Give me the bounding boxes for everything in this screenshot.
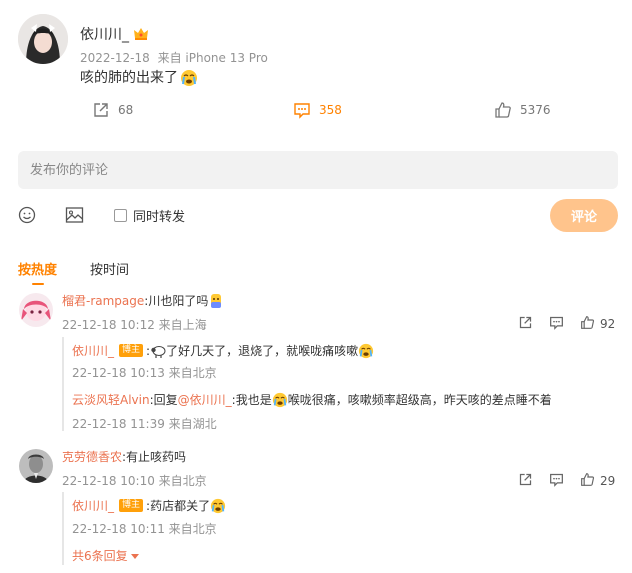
commenter-name[interactable]: 克劳德香农 [62,448,122,465]
thumbs-up-icon [580,315,595,333]
like-count: 5376 [520,103,551,117]
like-action[interactable]: 5376 [494,101,551,119]
sheep-emoji-icon [150,343,166,359]
commenter-avatar[interactable] [19,293,53,327]
reply-body: 依川川_ 博主 :药店都关了 [72,497,226,514]
repost-icon [92,101,110,119]
repost-toggle[interactable]: 同时转发 [114,206,185,225]
author-badge: 博主 [119,499,144,512]
comment-meta: 22-12-18 10:10 来自北京 [62,474,207,488]
author-avatar[interactable] [18,14,68,64]
more-replies-link[interactable]: 共6条回复 [72,547,139,564]
repost-action[interactable]: 68 [92,101,133,119]
commenter-avatar[interactable] [19,449,53,483]
emoji-picker-icon[interactable] [18,206,36,228]
comment-actions: 29 [518,472,615,490]
author-name[interactable]: 依川川_ [80,24,149,44]
comment-icon [293,101,311,119]
repost-checkbox[interactable] [114,209,127,222]
repost-toggle-label: 同时转发 [133,210,186,225]
comment-body: 克劳德香农 :有止咳药吗 [62,448,186,465]
reply-meta: 22-12-18 10:11 来自北京 [72,522,217,536]
repost-icon[interactable] [518,315,533,333]
post-meta: 2022-12-18 来自 iPhone 13 Pro [80,49,268,66]
reply-text: :药店都关了 [146,499,211,513]
tab-sort-time[interactable]: 按时间 [90,259,129,278]
comment-input[interactable] [18,151,618,189]
reply-author-name[interactable]: 云淡风轻Alvin [72,391,150,408]
comment-like-button[interactable]: 92 [580,315,615,333]
comment-like-button[interactable]: 29 [580,472,615,490]
author-badge: 博主 [119,344,144,357]
post-source: 来自 iPhone 13 Pro [157,51,268,65]
crying-emoji-icon [358,343,374,359]
reply-text: 了好几天了，退烧了，就喉咙痛咳嗽 [166,344,359,358]
comment-count: 358 [319,103,342,117]
reply-author-name[interactable]: 依川川_ [72,342,114,359]
comment-input-box[interactable] [18,151,618,189]
comment-icon[interactable] [549,472,564,490]
tab-sort-hot[interactable]: 按热度 [18,259,58,285]
image-upload-icon[interactable] [65,206,84,228]
mention-link[interactable]: @依川川_ [178,391,232,408]
author-name-text[interactable]: 依川川_ [80,24,129,44]
comment-body: 榴君-rampage :川也阳了吗 [62,292,224,309]
comment-like-count: 29 [600,474,616,488]
post-date[interactable]: 2022-12-18 [80,51,150,65]
reply-body: 依川川_ 博主 : 了好几天了，退烧了，就喉咙痛咳嗽 [72,342,374,359]
thumbs-up-icon [580,472,595,490]
submit-comment-button[interactable]: 评论 [550,199,618,232]
comment-meta: 22-12-18 10:12 来自上海 [62,318,207,332]
crying-emoji-icon [180,69,197,86]
repost-icon[interactable] [518,472,533,490]
reply-text: :我也是 [231,393,272,407]
tab-sort-hot-label: 按热度 [18,263,58,278]
comment-text: :川也阳了吗 [144,294,209,308]
comment-action[interactable]: 358 [293,101,342,119]
commenter-name[interactable]: 榴君-rampage [62,292,144,309]
thumbs-up-icon [494,101,512,119]
sick-emoji-icon [208,293,224,309]
reply-word: :回复 [149,393,178,407]
reply-body: 云淡风轻Alvin :回复 @依川川_ :我也是 喉咙很痛，咳嗽频率超级高，昨天… [72,391,552,408]
reply-text: 喉咙很痛，咳嗽频率超级高，昨天咳的差点睡不着 [287,393,552,407]
crying-emoji-icon [272,392,288,408]
comment-actions: 92 [518,315,615,333]
crown-icon [133,27,149,41]
comment-like-count: 92 [600,317,616,331]
comment-icon[interactable] [549,315,564,333]
comment-text: :有止咳药吗 [122,450,187,464]
reply-meta: 22-12-18 10:13 来自北京 [72,366,217,380]
more-replies-label: 共6条回复 [72,549,128,563]
post-text-content: 咳的肺的出来了 [80,70,178,86]
post-text: 咳的肺的出来了 [80,67,197,87]
caret-down-icon [130,549,139,563]
crying-emoji-icon [210,498,226,514]
reply-author-name[interactable]: 依川川_ [72,497,114,514]
reply-meta: 22-12-18 11:39 来自湖北 [72,417,217,431]
repost-count: 68 [118,103,134,117]
tab-sort-time-label: 按时间 [90,263,130,278]
